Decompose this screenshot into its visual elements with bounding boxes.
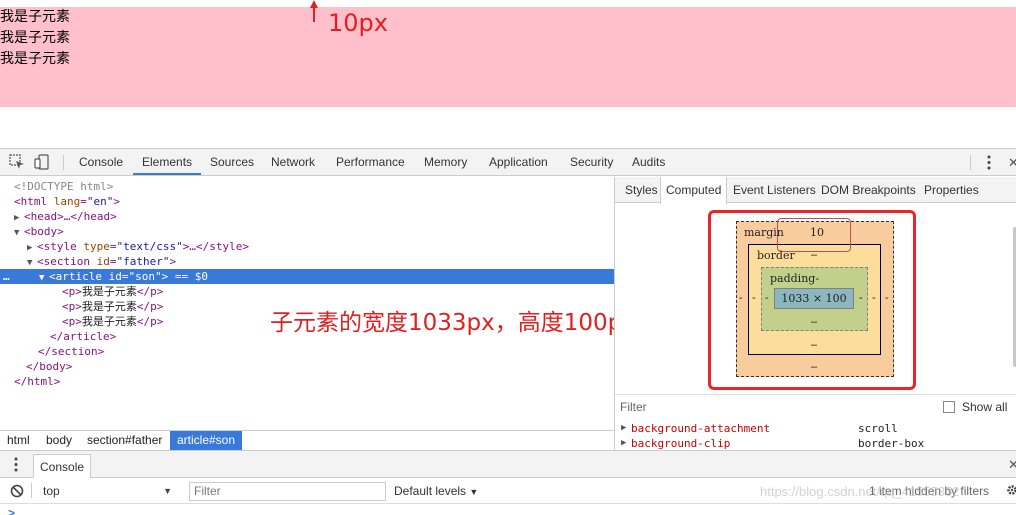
- dom-node-p-1[interactable]: <p>我是子元素</p>: [0, 284, 614, 299]
- tab-dom-breakpoints[interactable]: DOM Breakpoints: [821, 177, 916, 203]
- child-line-3: 我是子元素: [0, 51, 70, 67]
- box-model-content[interactable]: 1033 × 100: [774, 288, 854, 309]
- dom-node-style[interactable]: ▶ <style type="text/css">…</style>: [0, 239, 614, 254]
- more-dots-icon[interactable]: …: [3, 269, 10, 284]
- breadcrumb: html body section#father article#son: [0, 430, 614, 450]
- computed-filter-row: Filter Show all: [615, 394, 1016, 418]
- drawer-menu-icon[interactable]: [14, 457, 18, 472]
- dom-node-section[interactable]: ▼ <section id="father">: [0, 254, 614, 269]
- show-all-label: Show all: [962, 400, 1008, 414]
- console-prompt[interactable]: >: [8, 506, 15, 515]
- computed-property-row[interactable]: ▶ background-attachment scroll: [615, 421, 1016, 436]
- margin-top-value[interactable]: 10: [810, 226, 824, 239]
- close-drawer-icon[interactable]: ✕: [1008, 457, 1016, 473]
- son-article-area: 我是子元素 我是子元素 我是子元素: [0, 7, 1016, 107]
- arrow-up-icon: [310, 0, 318, 22]
- close-devtools-icon[interactable]: ✕: [1008, 155, 1016, 171]
- padding-bottom-value[interactable]: –: [811, 316, 817, 328]
- box-model-diagram: 1033 × 100 margin 10 border – padding- –…: [615, 204, 1016, 394]
- dom-node-html[interactable]: <html lang="en">: [0, 194, 614, 209]
- show-all-checkbox[interactable]: [943, 401, 955, 413]
- tab-styles[interactable]: Styles: [625, 177, 658, 203]
- watermark: https://blog.csdn.net/qq_41555352: [760, 484, 960, 499]
- devtools-panel: Console Elements Sources Network Perform…: [0, 148, 1016, 515]
- dom-node-article-selected[interactable]: … ▼ <article id="son"> == $0: [0, 269, 614, 284]
- crumb-article[interactable]: article#son: [170, 431, 243, 450]
- tab-network[interactable]: Network: [271, 149, 315, 175]
- clear-console-icon[interactable]: [10, 484, 24, 498]
- tab-sources[interactable]: Sources: [210, 149, 254, 175]
- crumb-html[interactable]: html: [0, 431, 37, 450]
- border-label: border: [757, 249, 795, 262]
- tab-computed[interactable]: Computed: [660, 177, 728, 204]
- margin-annotation: 10px: [328, 9, 388, 37]
- dom-node-doctype[interactable]: <!DOCTYPE html>: [0, 179, 614, 194]
- expand-triangle-icon[interactable]: ▶: [621, 436, 626, 449]
- toolbar-divider: [970, 155, 971, 170]
- tab-application[interactable]: Application: [489, 149, 548, 175]
- dom-node-section-close[interactable]: </section>: [0, 344, 614, 359]
- tab-performance[interactable]: Performance: [336, 149, 405, 175]
- computed-property-row[interactable]: ▶ background-clip border-box: [615, 436, 1016, 449]
- dom-node-html-close[interactable]: </html>: [0, 374, 614, 389]
- dom-node-body-close[interactable]: </body>: [0, 359, 614, 374]
- devtools-toolbar: Console Elements Sources Network Perform…: [0, 149, 1016, 176]
- console-filter-input[interactable]: Filter: [189, 482, 386, 501]
- sidebar-tabs: Styles Computed Event Listeners DOM Brea…: [615, 177, 1016, 204]
- toolbar-divider: [63, 155, 64, 170]
- dropdown-arrow-icon: ▼: [469, 487, 479, 497]
- dropdown-arrow-icon: ▼: [163, 486, 172, 496]
- tab-event-listeners[interactable]: Event Listeners: [733, 177, 816, 203]
- padding-left-value[interactable]: -: [765, 292, 769, 304]
- tab-elements[interactable]: Elements: [133, 149, 202, 175]
- tab-security[interactable]: Security: [570, 149, 613, 175]
- tab-console[interactable]: Console: [79, 149, 123, 175]
- tab-memory[interactable]: Memory: [424, 149, 467, 175]
- drawer-toolbar: Console ✕: [0, 450, 1016, 479]
- styles-sidebar: Styles Computed Event Listeners DOM Brea…: [614, 177, 1016, 450]
- margin-right-value[interactable]: -: [885, 292, 889, 304]
- padding-right-value[interactable]: -: [859, 292, 863, 304]
- margin-left-value[interactable]: -: [739, 292, 743, 304]
- child-line-2: 我是子元素: [0, 30, 70, 46]
- dom-node-head[interactable]: ▶ <head>…</head>: [0, 209, 614, 224]
- console-settings-icon[interactable]: [1006, 484, 1016, 496]
- border-left-value[interactable]: -: [752, 292, 756, 304]
- tab-properties[interactable]: Properties: [924, 177, 979, 203]
- tab-audits[interactable]: Audits: [632, 149, 665, 175]
- crumb-body[interactable]: body: [39, 431, 79, 450]
- margin-bottom-value[interactable]: –: [811, 361, 817, 373]
- border-right-value[interactable]: -: [872, 292, 876, 304]
- computed-filter-input[interactable]: Filter: [620, 400, 647, 414]
- inspect-element-icon[interactable]: [9, 154, 25, 170]
- border-top-value[interactable]: –: [811, 249, 817, 261]
- more-options-icon[interactable]: [987, 155, 991, 170]
- border-bottom-value[interactable]: –: [811, 339, 817, 351]
- child-line-1: 我是子元素: [0, 9, 70, 25]
- drawer-tab-console[interactable]: Console: [33, 454, 92, 479]
- size-annotation: 子元素的宽度1033px，高度100px: [270, 310, 636, 336]
- crumb-section[interactable]: section#father: [80, 431, 169, 450]
- expand-triangle-icon[interactable]: ▶: [621, 421, 626, 436]
- toolbar-divider: [31, 483, 32, 498]
- padding-label: padding-: [770, 272, 820, 285]
- device-toolbar-icon[interactable]: [34, 154, 50, 170]
- dom-node-body[interactable]: ▼ <body>: [0, 224, 614, 239]
- context-select[interactable]: top ▼: [38, 482, 178, 501]
- log-levels-select[interactable]: Default levels ▼: [394, 482, 478, 501]
- margin-label: margin: [744, 226, 784, 239]
